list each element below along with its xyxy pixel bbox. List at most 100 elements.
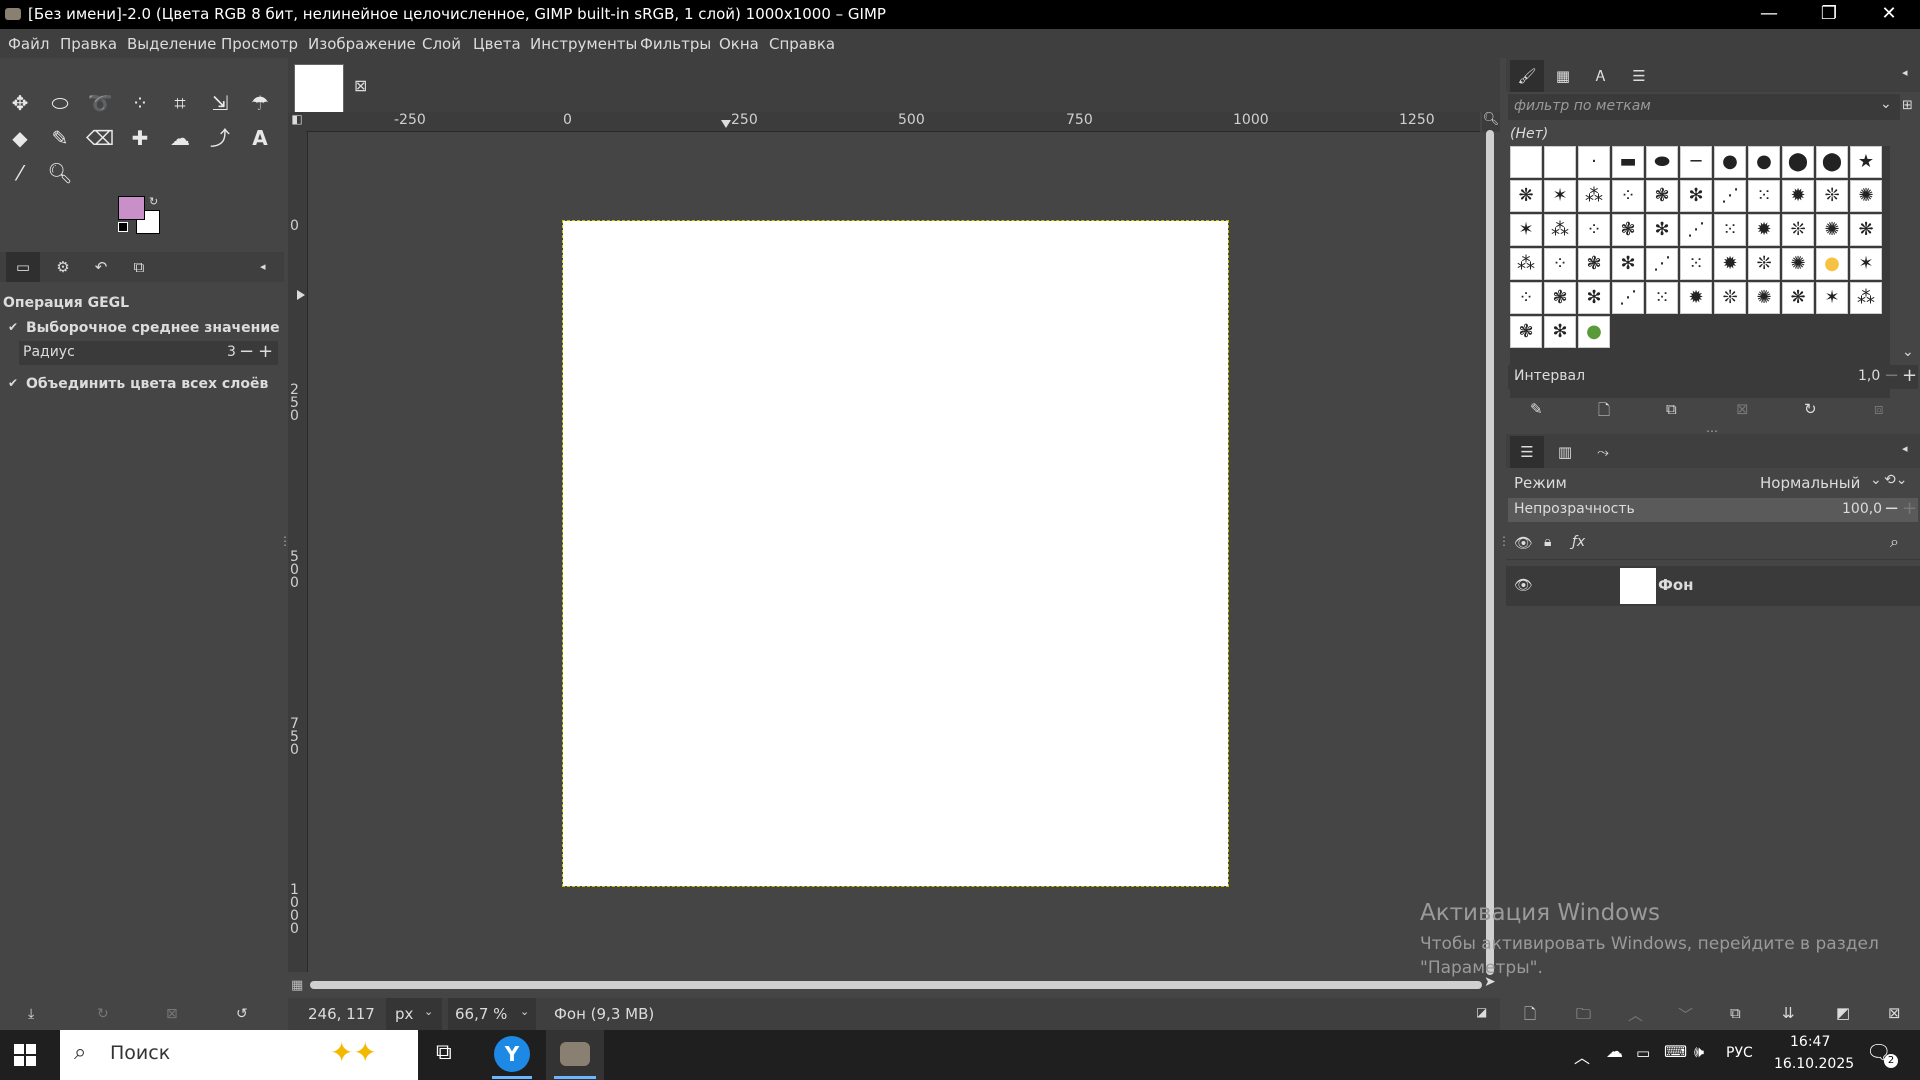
heal-icon[interactable]: ✚ — [125, 123, 155, 153]
paths-icon[interactable]: ⤴ — [205, 123, 235, 153]
brush-preview[interactable]: ⋰ — [1714, 180, 1746, 212]
brush-preview[interactable]: ❃ — [1646, 180, 1678, 212]
brush-preview[interactable]: ❃ — [1612, 214, 1644, 246]
brush-preview[interactable]: ✹ — [1782, 180, 1814, 212]
panel-grip-icon[interactable]: ⋮ — [279, 534, 291, 548]
gimp-taskbar-button[interactable] — [546, 1030, 604, 1080]
crop-icon[interactable]: ⌗ — [165, 88, 195, 118]
brush-preview[interactable]: ▬ — [1612, 146, 1644, 178]
restore-options-icon[interactable]: ↻ — [97, 1006, 109, 1022]
menu-colors[interactable]: Цвета — [473, 35, 521, 53]
tag-icon[interactable]: ⊞ — [1902, 98, 1913, 113]
brush-preview[interactable]: ✻ — [1680, 180, 1712, 212]
opacity-decrement-button[interactable]: − — [1884, 498, 1899, 519]
merge-layer-icon[interactable]: ⇊ — [1782, 1004, 1795, 1022]
lasso-icon[interactable]: ➰ — [85, 88, 115, 118]
restore-button[interactable]: ❐ — [1800, 0, 1858, 29]
brushes-tab-icon[interactable]: 🖌︎ — [1510, 60, 1544, 92]
brush-preview[interactable]: ❊ — [1748, 248, 1780, 280]
quick-mask-corner-icon[interactable]: ◧ — [288, 112, 306, 132]
zoom-tool-icon[interactable]: 🔍︎ — [45, 158, 75, 188]
lower-layer-icon[interactable]: ﹀ — [1678, 1004, 1693, 1025]
radius-field[interactable]: Радиус 3 − + — [19, 341, 278, 365]
smudge-icon[interactable]: ☁ — [165, 123, 195, 153]
brush-preview[interactable]: ✺ — [1748, 282, 1780, 314]
new-brush-icon[interactable]: 🗋 — [1598, 400, 1610, 425]
patterns-tab-icon[interactable]: ▦ — [1546, 60, 1580, 92]
brush-preview[interactable]: ✺ — [1850, 180, 1882, 212]
paths-tab-icon[interactable]: ⤳ — [1586, 436, 1620, 468]
brush-preview[interactable]: ─ — [1680, 146, 1712, 178]
raise-layer-icon[interactable]: ︿ — [1628, 1004, 1643, 1025]
brush-preview[interactable]: ⁂ — [1544, 214, 1576, 246]
checkbox2-icon[interactable]: ✔ — [8, 376, 18, 390]
minimize-button[interactable]: — — [1740, 0, 1798, 29]
brush-preview[interactable]: ✶ — [1816, 282, 1848, 314]
move-tool-icon[interactable]: ✥ — [5, 88, 35, 118]
brush-preview[interactable]: ✻ — [1612, 248, 1644, 280]
tool-options-tab-icon[interactable]: ▭ — [6, 252, 40, 282]
delete-layer-icon[interactable]: ⊠ — [1888, 1004, 1901, 1022]
opacity-increment-button[interactable]: + — [1902, 498, 1917, 519]
brush-preview[interactable]: ⁂ — [1850, 282, 1882, 314]
mode-value[interactable]: Нормальный — [1760, 474, 1860, 492]
brush-preview[interactable]: ✺ — [1816, 214, 1848, 246]
image-thumbnail-tab[interactable] — [294, 64, 344, 114]
tray-chevron-icon[interactable]: ︿ — [1574, 1044, 1590, 1068]
brush-tag-filter[interactable]: фильтр по меткам ⌄ — [1508, 94, 1900, 120]
mode-switch-icon[interactable]: ⟲⌄ — [1884, 472, 1907, 488]
new-layer-group-icon[interactable]: 🗀 — [1576, 1004, 1591, 1029]
swap-colors-icon[interactable]: ↻ — [149, 195, 158, 208]
document-history-tab-icon[interactable]: ☰ — [1622, 60, 1656, 92]
brush-preview[interactable]: ✹ — [1714, 248, 1746, 280]
channels-tab-icon[interactable]: ▥ — [1548, 436, 1582, 468]
brush-preview[interactable] — [1544, 146, 1576, 178]
brush-preview[interactable]: ❋ — [1782, 282, 1814, 314]
onedrive-icon[interactable]: ☁ — [1606, 1042, 1623, 1062]
spacing-decrement-button[interactable]: − — [1884, 365, 1899, 386]
new-layer-icon[interactable]: 🗋 — [1524, 1004, 1536, 1029]
spacing-increment-button[interactable]: + — [1902, 365, 1917, 386]
panel-menu-icon[interactable]: ◂ — [260, 260, 266, 273]
brush-preview[interactable]: ⁘ — [1510, 282, 1542, 314]
brush-preview[interactable]: ❊ — [1816, 180, 1848, 212]
brush-preview[interactable]: ⬤ — [1816, 146, 1848, 178]
zoom-on-resize-icon[interactable]: 🔍︎ — [1482, 112, 1500, 132]
text-tool-icon[interactable]: A — [245, 123, 275, 153]
brush-preview[interactable]: ✶ — [1544, 180, 1576, 212]
brush-preview[interactable]: ✶ — [1510, 214, 1542, 246]
brush-preview[interactable]: ⁂ — [1510, 248, 1542, 280]
yandex-browser-icon[interactable]: Y — [494, 1036, 530, 1072]
close-button[interactable]: ✕ — [1860, 0, 1918, 29]
checkbox1-label[interactable]: Выборочное среднее значение — [26, 320, 280, 336]
brush-preview[interactable]: ✺ — [1782, 248, 1814, 280]
brush-preview[interactable]: ❋ — [1510, 180, 1542, 212]
color-picker-icon[interactable]: ⁄ — [5, 158, 35, 188]
opacity-field[interactable]: Непрозрачность 100,0 − + — [1508, 498, 1918, 522]
menu-windows[interactable]: Окна — [719, 35, 759, 53]
layer-name[interactable]: Фон — [1658, 576, 1694, 594]
network-icon[interactable]: ⌨ — [1664, 1042, 1687, 1061]
layer-mode-row[interactable]: Режим Нормальный ⌄ ⟲⌄ — [1506, 470, 1920, 496]
unit-select[interactable]: px ⌄ — [386, 998, 442, 1030]
brush-preview[interactable]: ✻ — [1578, 282, 1610, 314]
duplicate-brush-icon[interactable]: ⧉ — [1666, 400, 1677, 418]
menu-image[interactable]: Изображение — [308, 35, 416, 53]
clock-time[interactable]: 16:47 — [1790, 1034, 1830, 1050]
brush-preview[interactable]: ✻ — [1544, 316, 1576, 348]
battery-icon[interactable]: ▭ — [1636, 1044, 1650, 1062]
brush-preview[interactable]: ✹ — [1748, 214, 1780, 246]
scale-icon[interactable]: ⇲ — [205, 88, 235, 118]
brush-preview[interactable]: ❃ — [1578, 248, 1610, 280]
brush-grid[interactable]: · ▬ ⬬ ─ ● ● ⬤ ⬤ ★ ❋ ✶ ⁂ ⁘ ❃ ✻ ⋰ ⁙ ✹ ❊ ✺ ✶ ⁂ ⁘ ❃ ✻ ⋰ ⁙ ✹ ❊ ✺ ❋ ⁂ ⁘ ❃ ✻ ⋰ ⁙ ✹ ❊ ✺… — [1510, 146, 1890, 398]
fonts-tab-icon[interactable]: Ꭺ — [1584, 60, 1618, 92]
menu-tools[interactable]: Инструменты — [530, 35, 637, 53]
image-canvas[interactable] — [562, 220, 1229, 887]
brush-preview[interactable]: ● — [1748, 146, 1780, 178]
menu-help[interactable]: Справка — [769, 35, 835, 53]
layers-tab-icon[interactable]: ☰ — [1510, 436, 1544, 468]
menu-view[interactable]: Просмотр — [221, 35, 298, 53]
radius-increment-button[interactable]: + — [258, 341, 273, 362]
brush-preview[interactable]: ● — [1816, 248, 1848, 280]
brush-preview[interactable]: ❃ — [1510, 316, 1542, 348]
